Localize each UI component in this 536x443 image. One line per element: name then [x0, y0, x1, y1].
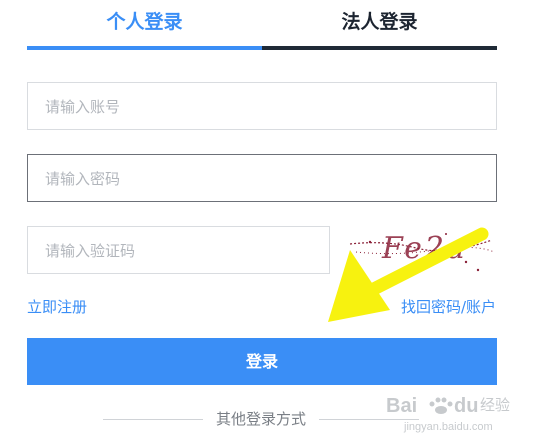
- divider-right: [319, 419, 419, 420]
- captcha-input[interactable]: 请输入验证码: [27, 226, 330, 274]
- other-login-methods: 其他登录方式: [103, 408, 419, 430]
- recover-account-link[interactable]: 找回密码/账户: [401, 296, 496, 317]
- paw-icon: [429, 397, 453, 414]
- login-button[interactable]: 登录: [27, 338, 497, 385]
- watermark-brand-suffix: du: [454, 395, 478, 417]
- captcha-placeholder: 请输入验证码: [45, 241, 136, 260]
- tab-legal-login[interactable]: 法人登录: [262, 0, 497, 50]
- watermark-cn: 经验: [480, 396, 510, 414]
- captcha-text: Fe2a: [381, 231, 468, 266]
- login-page: 个人登录 法人登录 请输入账号 请输入密码 请输入验证码 Fe2a 立即注册 找…: [0, 0, 536, 443]
- account-placeholder: 请输入账号: [45, 97, 121, 116]
- captcha-image[interactable]: Fe2a: [346, 222, 496, 278]
- login-tabs: 个人登录 法人登录: [27, 0, 497, 50]
- tab-personal-login[interactable]: 个人登录: [27, 0, 262, 50]
- register-link[interactable]: 立即注册: [27, 296, 87, 317]
- account-input[interactable]: 请输入账号: [27, 82, 497, 130]
- password-placeholder: 请输入密码: [45, 169, 121, 188]
- password-input[interactable]: 请输入密码: [27, 154, 497, 202]
